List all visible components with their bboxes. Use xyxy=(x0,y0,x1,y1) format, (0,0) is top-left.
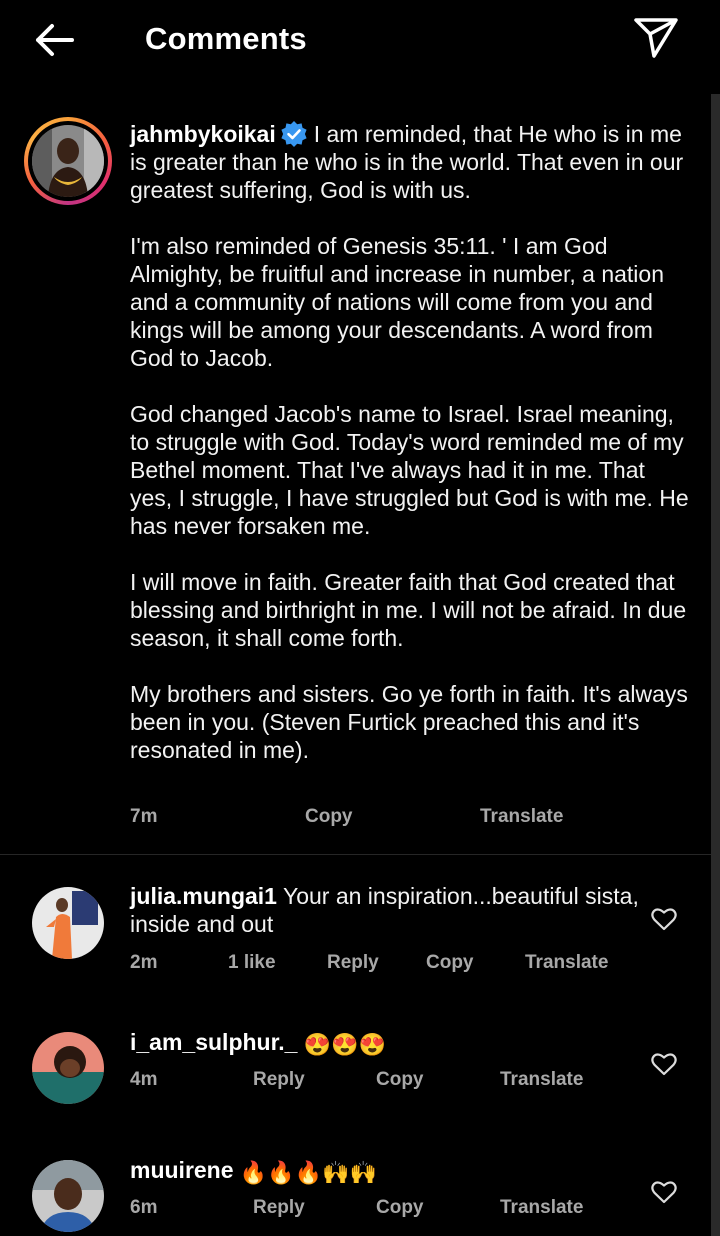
caption-paragraph: I will move in faith. Greater faith that… xyxy=(130,569,687,651)
translate-button[interactable]: Translate xyxy=(525,952,608,974)
caption-body: jahmbykoikai I am reminded, that He who i… xyxy=(130,120,690,764)
comment-text: 🔥🔥🔥🙌🙌 xyxy=(239,1160,377,1185)
verified-badge-icon xyxy=(280,120,308,148)
translate-button[interactable]: Translate xyxy=(500,1069,583,1091)
story-ring[interactable] xyxy=(24,117,112,205)
page-title: Comments xyxy=(145,21,307,56)
comment-body: muuirene 🔥🔥🔥🙌🙌 xyxy=(130,1156,690,1187)
share-button[interactable] xyxy=(630,14,682,62)
back-button[interactable] xyxy=(28,18,84,62)
caption-time: 7m xyxy=(130,806,158,827)
copy-button[interactable]: Copy xyxy=(376,1069,424,1091)
caption-meta: 7m Copy Translate xyxy=(0,806,710,832)
comment-username[interactable]: i_am_sulphur._ xyxy=(130,1029,297,1055)
translate-button[interactable]: Translate xyxy=(480,806,563,828)
comment-meta: 2m 1 like Reply Copy Translate xyxy=(0,952,710,978)
comment-time: 2m xyxy=(130,952,158,973)
heart-icon[interactable] xyxy=(651,1180,677,1204)
avatar[interactable] xyxy=(32,887,104,959)
caption-paragraph: God changed Jacob's name to Israel. Isra… xyxy=(130,401,689,539)
heart-icon[interactable] xyxy=(651,1052,677,1076)
comment-body: i_am_sulphur._ 😍😍😍 xyxy=(130,1028,690,1059)
divider xyxy=(0,854,711,855)
reply-button[interactable]: Reply xyxy=(253,1197,305,1219)
copy-button[interactable]: Copy xyxy=(426,952,474,974)
scrollbar[interactable] xyxy=(711,94,720,1236)
copy-button[interactable]: Copy xyxy=(376,1197,424,1219)
comment-text: 😍😍😍 xyxy=(303,1032,387,1057)
comment-time: 6m xyxy=(130,1197,158,1218)
translate-button[interactable]: Translate xyxy=(500,1197,583,1219)
comment-body: julia.mungai1 Your an inspiration...beau… xyxy=(130,882,690,938)
like-count[interactable]: 1 like xyxy=(228,952,276,974)
avatar[interactable] xyxy=(32,125,104,197)
comment-meta: 6m Reply Copy Translate xyxy=(0,1197,710,1223)
caption-paragraph: I'm also reminded of Genesis 35:11. ' I … xyxy=(130,233,664,371)
caption-username[interactable]: jahmbykoikai xyxy=(130,121,276,147)
comment-meta: 4m Reply Copy Translate xyxy=(0,1069,710,1095)
copy-button[interactable]: Copy xyxy=(305,806,353,828)
heart-icon[interactable] xyxy=(651,907,677,931)
reply-button[interactable]: Reply xyxy=(327,952,379,974)
top-bar: Comments xyxy=(0,0,720,80)
caption-paragraph: My brothers and sisters. Go ye forth in … xyxy=(130,681,688,763)
paper-plane-icon xyxy=(634,18,678,58)
comment-time: 4m xyxy=(130,1069,158,1090)
comment-username[interactable]: muuirene xyxy=(130,1157,234,1183)
comment-username[interactable]: julia.mungai1 xyxy=(130,883,277,909)
reply-button[interactable]: Reply xyxy=(253,1069,305,1091)
arrow-left-icon xyxy=(36,24,74,56)
